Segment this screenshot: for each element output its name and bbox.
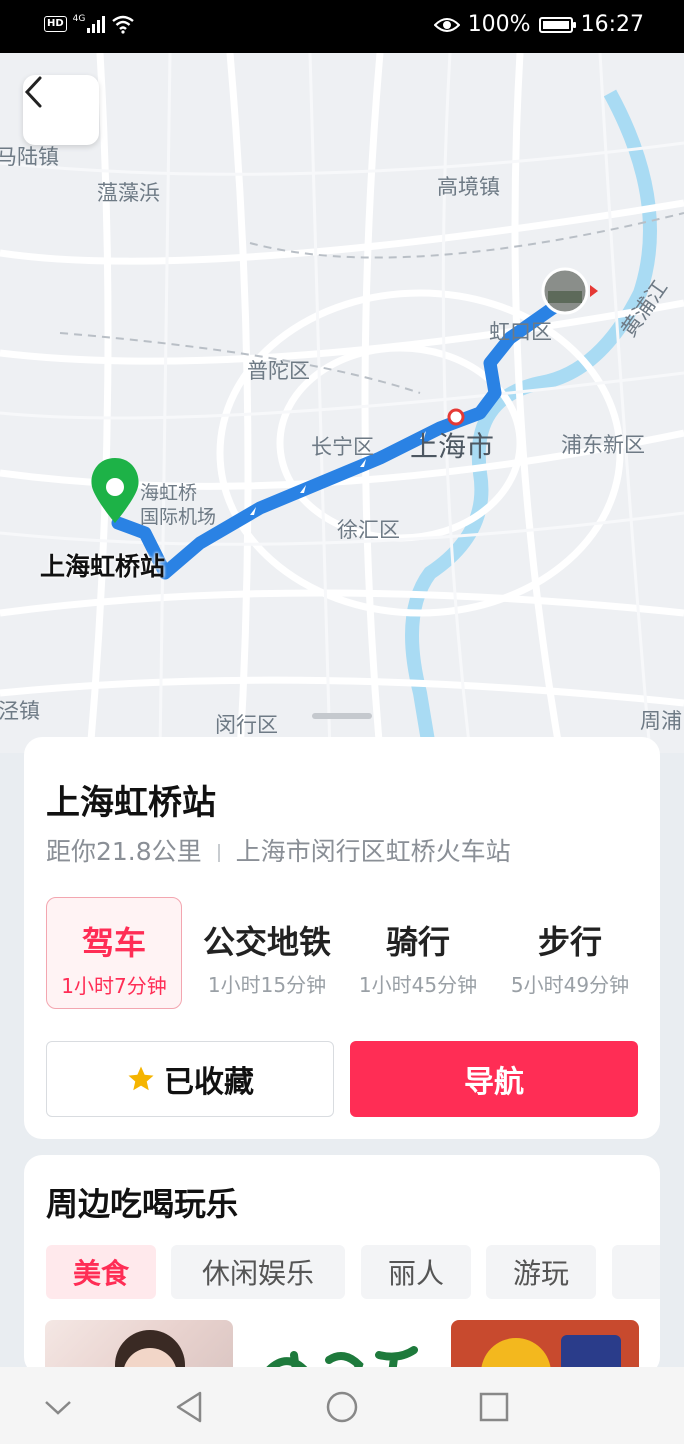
mode-bike-label: 骑行	[385, 923, 450, 961]
back-button[interactable]	[23, 75, 99, 145]
place-distance: 距你21.8公里	[46, 837, 202, 866]
place-address: 上海市闵行区虹桥火车站	[235, 837, 511, 866]
mode-transit[interactable]: 公交地铁 1小时15分钟	[194, 897, 340, 1009]
tab-travel[interactable]: 游玩	[486, 1245, 596, 1299]
chevron-left-icon	[24, 76, 42, 108]
tab-beauty[interactable]: 丽人	[361, 1245, 471, 1299]
map-label-putuo: 普陀区	[247, 359, 310, 383]
eye-comfort-icon	[433, 17, 460, 32]
map-view[interactable]: 马陆镇 蕰藻浜 高境镇 虹口区 黄浦江 普陀区 长宁区 上海市 浦东新区 海虹桥…	[0, 53, 684, 753]
navigate-label: 导航	[464, 1065, 524, 1100]
map-graphics	[0, 53, 684, 753]
map-label-jingzhen: 泾镇	[0, 699, 40, 723]
mode-drive-time: 1小时7分钟	[61, 974, 167, 998]
mode-walk-label: 步行	[537, 923, 602, 961]
mode-transit-label: 公交地铁	[202, 923, 331, 961]
network-type: 4G	[72, 14, 86, 24]
chevron-down-icon[interactable]	[38, 1387, 78, 1427]
tab-leisure[interactable]: 休闲娱乐	[171, 1245, 345, 1299]
map-label-airport: 海虹桥 国际机场	[140, 482, 217, 528]
tab-more[interactable]	[612, 1245, 660, 1299]
signal-icon: 4G	[73, 15, 106, 33]
mode-bike-time: 1小时45分钟	[358, 973, 478, 997]
mode-walk[interactable]: 步行 5小时49分钟	[502, 897, 638, 1009]
mode-bike[interactable]: 骑行 1小时45分钟	[350, 897, 486, 1009]
system-nav-bar	[0, 1367, 684, 1444]
battery-percent: 100%	[467, 12, 531, 37]
star-icon	[128, 1066, 154, 1091]
map-label-yunzaobang: 蕰藻浜	[97, 181, 160, 205]
map-label-pudong: 浦东新区	[561, 433, 645, 457]
divider	[217, 844, 220, 862]
map-label-station: 上海虹桥站	[40, 552, 166, 581]
tab-food[interactable]: 美食	[46, 1245, 156, 1299]
mode-drive-label: 驾车	[81, 924, 146, 962]
back-triangle-icon[interactable]	[170, 1387, 210, 1427]
map-label-gaojing: 高境镇	[437, 175, 500, 199]
place-subtitle: 距你21.8公里 上海市闵行区虹桥火车站	[46, 832, 511, 868]
map-label-shanghai: 上海市	[410, 430, 495, 463]
mode-transit-time: 1小时15分钟	[207, 973, 327, 997]
map-label-minhang: 闵行区	[215, 713, 278, 737]
favorite-label: 已收藏	[164, 1065, 254, 1100]
mode-walk-time: 5小时49分钟	[510, 973, 630, 997]
map-label-zhoupu: 周浦	[640, 709, 682, 733]
status-bar: HD 4G 100% 16:27	[0, 0, 684, 53]
navigate-button[interactable]: 导航	[350, 1041, 638, 1117]
home-circle-icon[interactable]	[322, 1387, 362, 1427]
favorite-button[interactable]: 已收藏	[46, 1041, 334, 1117]
destination-pin	[91, 458, 139, 523]
place-card: 上海虹桥站 距你21.8公里 上海市闵行区虹桥火车站 驾车 1小时7分钟 公交地…	[24, 737, 660, 1139]
sheet-drag-handle[interactable]	[312, 713, 372, 719]
map-label-xuhui: 徐汇区	[337, 518, 400, 542]
status-right: 100% 16:27	[433, 12, 644, 37]
battery-icon	[538, 16, 576, 33]
waypoint-marker	[447, 408, 465, 426]
clock: 16:27	[580, 12, 644, 37]
map-label-malu: 马陆镇	[0, 145, 59, 169]
nearby-card: 周边吃喝玩乐 美食 休闲娱乐 丽人 游玩	[24, 1155, 660, 1375]
map-label-hongkou: 虹口区	[489, 320, 552, 344]
nearby-title: 周边吃喝玩乐	[46, 1185, 239, 1223]
mode-drive[interactable]: 驾车 1小时7分钟	[46, 897, 182, 1009]
wifi-icon	[112, 15, 135, 34]
map-label-changning: 长宁区	[311, 435, 374, 459]
recents-square-icon[interactable]	[474, 1387, 514, 1427]
hd-badge: HD	[44, 16, 67, 32]
status-left: HD 4G	[44, 14, 135, 34]
roads	[0, 53, 684, 753]
place-title: 上海虹桥站	[46, 783, 216, 823]
